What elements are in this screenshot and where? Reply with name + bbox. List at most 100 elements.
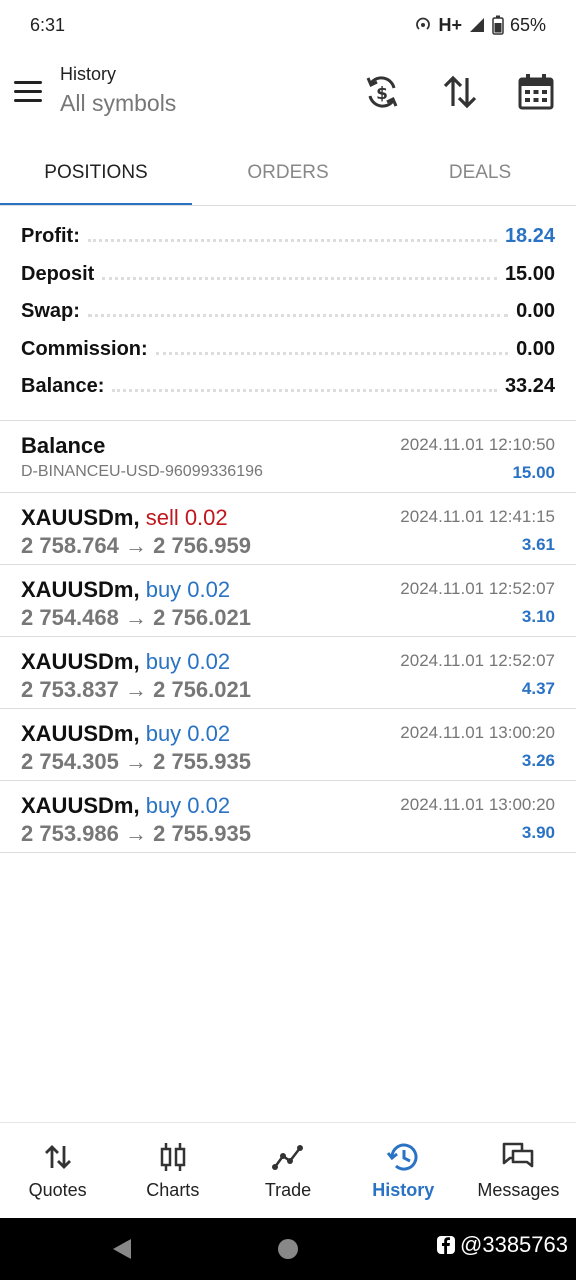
item-prices: 2 753.986 → 2 755.935 <box>21 821 251 846</box>
divider <box>0 205 576 206</box>
item-prices: 2 753.837 → 2 756.021 <box>21 677 251 702</box>
item-side: buy 0.02 <box>145 577 231 602</box>
summary-panel: Profit: 18.24 Deposit 15.00 Swap: 0.00 C… <box>0 218 576 406</box>
item-date: 2024.11.01 12:41:15 <box>400 507 555 526</box>
currency-exchange-icon[interactable]: $ <box>362 72 402 112</box>
item-title: XAUUSDm, buy 0.02 <box>21 649 230 675</box>
tab-positions[interactable]: POSITIONS <box>0 140 192 206</box>
summary-commission: Commission: 0.00 <box>0 331 576 369</box>
charts-icon <box>160 1143 186 1171</box>
item-side: buy 0.02 <box>145 793 231 818</box>
nav-trade[interactable]: Trade <box>230 1123 345 1218</box>
history-icon <box>387 1143 418 1171</box>
summary-value: 18.24 <box>504 225 555 248</box>
battery-icon <box>492 15 504 35</box>
nav-charts[interactable]: Charts <box>115 1123 230 1218</box>
leader-dots <box>87 314 509 318</box>
nav-history[interactable]: History <box>346 1123 461 1218</box>
facebook-icon <box>437 1236 456 1254</box>
messages-icon <box>503 1142 534 1168</box>
battery-level: 65% <box>509 14 546 35</box>
nav-label: Charts <box>146 1180 200 1200</box>
nav-label: Trade <box>264 1180 312 1200</box>
summary-value: 15.00 <box>504 262 555 285</box>
item-comment: D-BINANCEU-USD-96099336196 <box>21 463 263 480</box>
item-symbol: XAUUSDm, <box>21 577 140 602</box>
list-item[interactable]: XAUUSDm, buy 0.02 2 754.305 → 2 755.935 … <box>0 709 576 781</box>
summary-profit: Profit: 18.24 <box>0 218 576 256</box>
item-title: XAUUSDm, buy 0.02 <box>21 577 230 603</box>
item-title: Balance <box>21 433 106 458</box>
item-date: 2024.11.01 12:52:07 <box>400 651 555 670</box>
tab-orders[interactable]: ORDERS <box>192 140 384 206</box>
network-type: H+ <box>438 14 462 35</box>
item-symbol: XAUUSDm, <box>21 793 140 818</box>
item-profit: 3.10 <box>521 607 555 626</box>
item-symbol: XAUUSDm, <box>21 505 140 530</box>
symbol-filter[interactable]: All symbols <box>60 90 176 117</box>
quotes-icon <box>44 1145 71 1169</box>
app-header: History All symbols $ <box>0 50 576 140</box>
nav-label: Quotes <box>28 1180 87 1200</box>
item-title: XAUUSDm, sell 0.02 <box>21 505 228 531</box>
page-title: History <box>60 64 117 84</box>
status-icons: H+ 65% <box>414 15 546 36</box>
item-profit: 3.90 <box>521 823 555 842</box>
menu-icon <box>14 80 42 84</box>
tab-deals[interactable]: DEALS <box>384 140 576 206</box>
leader-dots <box>155 351 509 355</box>
item-title: XAUUSDm, buy 0.02 <box>21 793 230 819</box>
leader-dots <box>102 276 497 280</box>
list-item[interactable]: XAUUSDm, buy 0.02 2 753.986 → 2 755.935 … <box>0 781 576 853</box>
summary-label: Balance: <box>21 375 105 398</box>
item-date: 2024.11.01 13:00:20 <box>400 795 555 814</box>
summary-label: Commission: <box>21 337 148 360</box>
leader-dots <box>112 389 497 393</box>
history-tabs: POSITIONS ORDERS DEALS <box>0 140 576 206</box>
item-side: buy 0.02 <box>145 721 231 746</box>
item-side: buy 0.02 <box>145 649 231 674</box>
status-bar: 6:31 H+ 65% <box>0 0 576 50</box>
leader-dots <box>87 239 497 243</box>
watermark-text: @3385763 <box>460 1232 568 1257</box>
summary-value: 0.00 <box>516 337 555 360</box>
item-profit: 15.00 <box>512 463 555 482</box>
list-item[interactable]: XAUUSDm, sell 0.02 2 758.764 → 2 756.959… <box>0 493 576 565</box>
list-item[interactable]: Balance D-BINANCEU-USD-96099336196 2024.… <box>0 421 576 493</box>
item-date: 2024.11.01 13:00:20 <box>400 723 555 742</box>
item-prices: 2 754.468 → 2 756.021 <box>21 605 251 630</box>
list-item[interactable]: XAUUSDm, buy 0.02 2 753.837 → 2 756.021 … <box>0 637 576 709</box>
item-prices: 2 758.764 → 2 756.959 <box>21 533 251 558</box>
summary-value: 0.00 <box>516 300 555 323</box>
signal-icon <box>469 18 484 32</box>
home-icon[interactable] <box>277 1238 299 1260</box>
back-icon[interactable] <box>110 1237 134 1261</box>
item-title: XAUUSDm, buy 0.02 <box>21 721 230 747</box>
nav-label: Messages <box>477 1180 560 1200</box>
status-time: 6:31 <box>30 14 66 35</box>
item-date: 2024.11.01 12:52:07 <box>400 579 555 598</box>
history-list: Balance D-BINANCEU-USD-96099336196 2024.… <box>0 420 576 853</box>
bottom-nav: Quotes Charts Trade History Messages <box>0 1122 576 1218</box>
list-item[interactable]: XAUUSDm, buy 0.02 2 754.468 → 2 756.021 … <box>0 565 576 637</box>
item-prices: 2 754.305 → 2 755.935 <box>21 749 251 774</box>
calendar-icon[interactable] <box>516 72 556 112</box>
svg-text:$: $ <box>376 84 388 104</box>
summary-label: Profit: <box>21 225 80 248</box>
summary-label: Deposit <box>21 262 95 285</box>
summary-swap: Swap: 0.00 <box>0 293 576 331</box>
summary-balance: Balance: 33.24 <box>0 368 576 406</box>
nav-messages[interactable]: Messages <box>461 1123 576 1218</box>
watermark: @3385763 <box>436 1232 568 1258</box>
item-symbol: XAUUSDm, <box>21 721 140 746</box>
nav-quotes[interactable]: Quotes <box>0 1123 115 1218</box>
summary-value: 33.24 <box>504 375 555 398</box>
system-nav-bar: @3385763 <box>0 1218 576 1280</box>
menu-button[interactable] <box>14 74 48 108</box>
nav-label: History <box>372 1180 435 1200</box>
trade-icon <box>272 1145 303 1170</box>
sort-icon[interactable] <box>440 72 480 112</box>
item-profit: 3.61 <box>521 535 555 554</box>
item-symbol: XAUUSDm, <box>21 649 140 674</box>
hotspot-icon <box>416 17 431 30</box>
